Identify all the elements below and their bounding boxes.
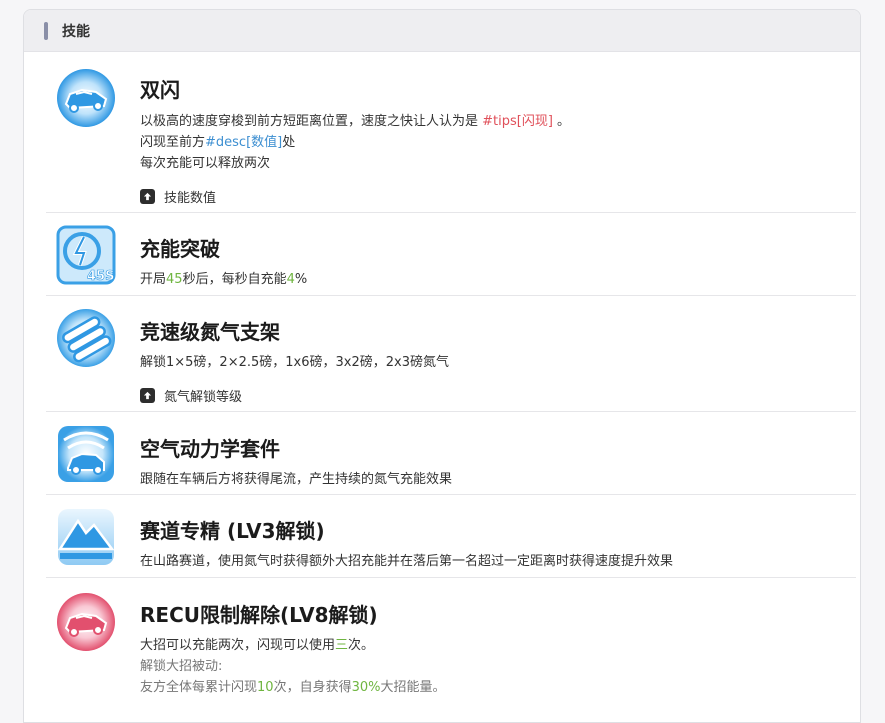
value-highlight: 4 — [286, 272, 295, 287]
skill-desc-line: 跟随在车辆后方将获得尾流，产生持续的氮气充能效果 — [140, 472, 453, 487]
desc-text: 开局 — [140, 272, 167, 287]
skill-content: 竞速级氮气支架 解锁1×5磅，2×2.5磅，1x6磅，3x2磅，2x3磅氮气 氮… — [140, 296, 856, 405]
mountain-icon — [57, 509, 115, 565]
desc-value-link[interactable]: #desc[数值] — [205, 135, 282, 150]
skill-name: RECU限制解除(LV8解锁) — [140, 603, 378, 627]
toggle-label: 氮气解锁等级 — [164, 390, 243, 405]
nitro-tanks-icon — [57, 309, 115, 367]
desc-text: 闪现至前方 — [140, 135, 206, 150]
value-highlight: 45 — [166, 272, 183, 287]
value-highlight: 三 — [335, 638, 349, 653]
desc-text: 次。 — [348, 638, 375, 653]
skill-desc-line: 开局45秒后，每秒自充能4% — [140, 269, 856, 290]
skill-name: 赛道专精 (LV3解锁) — [140, 519, 325, 543]
skill-item: 赛道专精 (LV3解锁) 在山路赛道，使用氮气时获得额外大招充能并在落后第一名超… — [46, 495, 856, 578]
panel-header: 技能 — [24, 10, 860, 52]
skill-content: RECU限制解除(LV8解锁) 大招可以充能两次，闪现可以使用三次。 解锁大招被… — [140, 578, 856, 698]
skill-content: 双闪 以极高的速度穿梭到前方短距离位置，速度之快让人认为是 #tips[闪现] … — [140, 52, 856, 206]
skill-desc-line: 解锁大招被动: — [140, 659, 223, 674]
skill-item: RECU限制解除(LV8解锁) 大招可以充能两次，闪现可以使用三次。 解锁大招被… — [46, 578, 856, 718]
skill-values-toggle[interactable]: 技能数值 — [140, 187, 856, 206]
value-highlight: 30% — [351, 680, 381, 695]
skill-item: 45S 充能突破 开局45秒后，每秒自充能4% — [46, 213, 856, 296]
skill-content: 赛道专精 (LV3解锁) 在山路赛道，使用氮气时获得额外大招充能并在落后第一名超… — [140, 495, 856, 572]
desc-text: 大招可以充能两次，闪现可以使用 — [140, 638, 336, 653]
header-accent-bar — [44, 21, 48, 40]
value-highlight: 10 — [257, 680, 274, 695]
skill-item: 双闪 以极高的速度穿梭到前方短距离位置，速度之快让人认为是 #tips[闪现] … — [46, 52, 856, 213]
skill-content: 空气动力学套件 跟随在车辆后方将获得尾流，产生持续的氮气充能效果 — [140, 412, 856, 490]
tips-link[interactable]: #tips[闪现] — [482, 114, 553, 129]
nitro-unlock-toggle[interactable]: 氮气解锁等级 — [140, 386, 856, 405]
skill-desc-line: 解锁1×5磅，2×2.5磅，1x6磅，3x2磅，2x3磅氮气 — [140, 355, 449, 370]
car-dash-red-icon — [57, 593, 115, 651]
skill-item: 竞速级氮气支架 解锁1×5磅，2×2.5磅，1x6磅，3x2磅，2x3磅氮气 氮… — [46, 296, 856, 412]
toggle-label: 技能数值 — [164, 191, 217, 206]
skill-item: 空气动力学套件 跟随在车辆后方将获得尾流，产生持续的氮气充能效果 — [46, 412, 856, 495]
aero-car-icon — [58, 426, 114, 482]
desc-text: 次，自身获得 — [273, 680, 352, 695]
skill-desc-line: 以极高的速度穿梭到前方短距离位置，速度之快让人认为是 #tips[闪现] 。 — [140, 111, 856, 132]
desc-text: 秒后，每秒自充能 — [182, 272, 287, 287]
desc-text: 大招能量。 — [380, 680, 446, 695]
svg-text:45S: 45S — [87, 269, 114, 284]
skills-panel: 技能 双闪 以极高的速度穿梭到前方短距离位置，速度之快让人认为是 #tips[闪… — [23, 9, 861, 723]
desc-text: 处 — [282, 135, 296, 150]
skill-name: 双闪 — [140, 78, 180, 102]
skill-desc-line: 友方全体每累计闪现10次，自身获得30%大招能量。 — [140, 677, 856, 698]
skill-name: 竞速级氮气支架 — [140, 320, 280, 344]
car-dash-icon — [57, 69, 115, 127]
panel-title: 技能 — [62, 23, 90, 40]
skill-name: 充能突破 — [140, 237, 220, 261]
expand-up-icon — [140, 189, 155, 204]
desc-text: 。 — [552, 114, 571, 129]
timer-45s-icon: 45S — [56, 225, 116, 285]
skill-desc-line: 大招可以充能两次，闪现可以使用三次。 — [140, 635, 856, 656]
desc-text: 以极高的速度穿梭到前方短距离位置，速度之快让人认为是 — [140, 114, 483, 129]
skill-name: 空气动力学套件 — [140, 437, 280, 461]
desc-text: % — [294, 272, 308, 287]
skill-content: 充能突破 开局45秒后，每秒自充能4% — [140, 213, 856, 290]
desc-text: 友方全体每累计闪现 — [140, 680, 258, 695]
skill-desc-line: 闪现至前方#desc[数值]处 — [140, 132, 856, 153]
skill-desc-line: 在山路赛道，使用氮气时获得额外大招充能并在落后第一名超过一定距离时获得速度提升效… — [140, 554, 674, 569]
expand-up-icon — [140, 388, 155, 403]
skill-desc-line: 每次充能可以释放两次 — [140, 156, 271, 171]
